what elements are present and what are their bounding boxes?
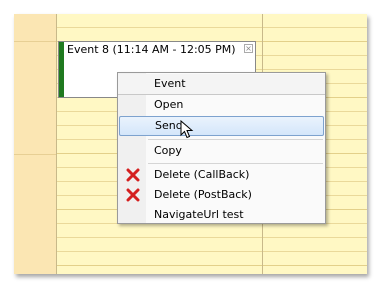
- menu-header: Event: [118, 74, 325, 95]
- hour-divider: [14, 154, 56, 155]
- context-menu: Event Open Send Copy Delete (CallBack) D…: [117, 72, 326, 224]
- hour-column: [14, 14, 57, 274]
- event-delete-icon[interactable]: ×: [244, 44, 253, 53]
- menu-item-delete-callback[interactable]: Delete (CallBack): [118, 165, 325, 185]
- red-x-icon: [126, 168, 140, 182]
- menu-item-send[interactable]: Send: [119, 116, 324, 136]
- menu-item-label: Open: [154, 98, 184, 111]
- menu-item-open[interactable]: Open: [118, 95, 325, 115]
- menu-item-navigateurl-test[interactable]: NavigateUrl test: [118, 205, 325, 225]
- menu-header-label: Event: [154, 77, 186, 90]
- grid-line: [56, 265, 367, 266]
- hour-divider: [14, 41, 56, 42]
- menu-separator: [148, 139, 323, 140]
- grid-line: [56, 251, 367, 252]
- menu-item-delete-postback[interactable]: Delete (PostBack): [118, 185, 325, 205]
- menu-item-label: Copy: [154, 144, 182, 157]
- event-duration-bar: [59, 42, 64, 97]
- mouse-pointer-icon: [180, 120, 194, 139]
- menu-item-label: NavigateUrl test: [154, 208, 244, 221]
- grid-line: [56, 27, 367, 28]
- menu-item-copy[interactable]: Copy: [118, 141, 325, 161]
- menu-item-label: Delete (CallBack): [154, 168, 250, 181]
- event-title: Event 8 (11:14 AM - 12:05 PM): [67, 43, 236, 56]
- menu-separator: [148, 163, 323, 164]
- menu-item-label: Send: [155, 119, 183, 132]
- day-column-divider: [56, 14, 57, 274]
- menu-item-label: Delete (PostBack): [154, 188, 252, 201]
- red-x-icon: [126, 188, 140, 202]
- grid-line: [56, 237, 367, 238]
